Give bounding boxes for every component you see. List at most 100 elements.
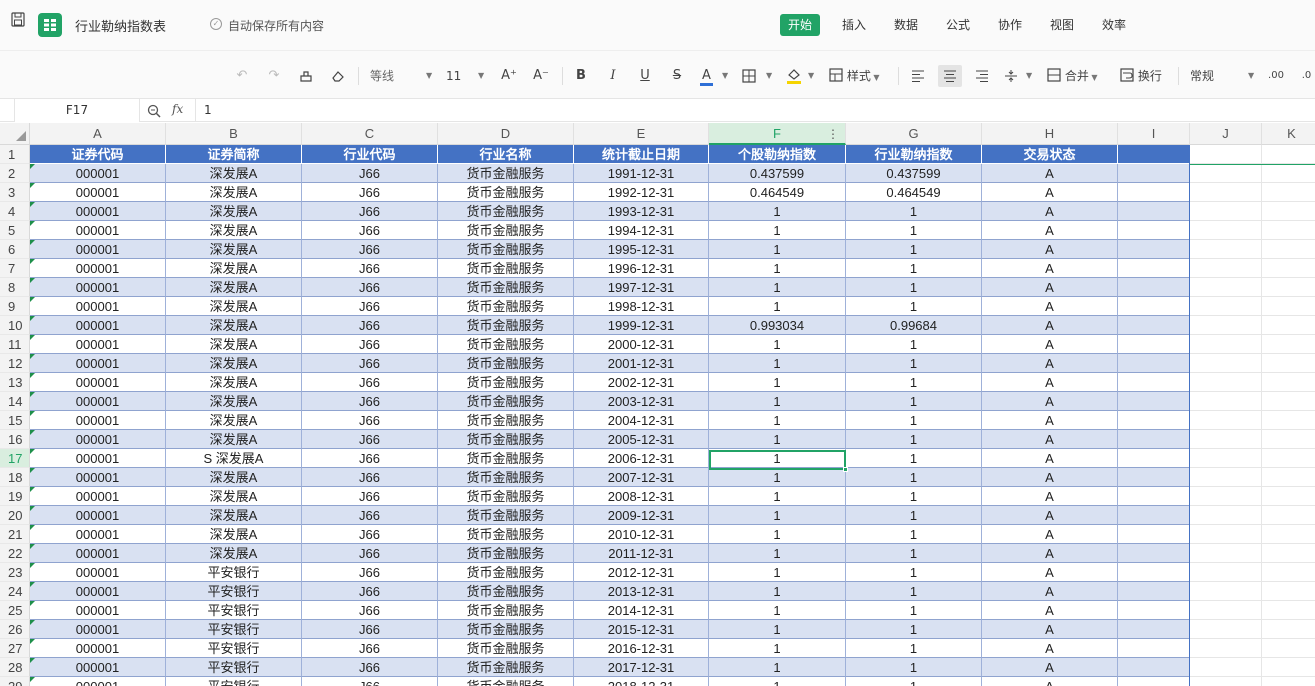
table-cell[interactable]: 货币金融服务 [438,544,574,563]
table-cell[interactable] [1262,620,1315,639]
table-cell[interactable]: 货币金融服务 [438,658,574,677]
table-cell[interactable]: A [982,639,1118,658]
table-cell[interactable] [1190,620,1262,639]
row-header[interactable]: 20 [0,506,30,525]
table-cell[interactable] [1190,563,1262,582]
table-cell[interactable]: 000001 [30,506,166,525]
row-header[interactable]: 27 [0,639,30,658]
row-header[interactable]: 9 [0,297,30,316]
table-cell[interactable]: 1 [846,658,982,677]
table-cell[interactable]: A [982,506,1118,525]
table-cell[interactable]: 1 [709,373,846,392]
table-cell[interactable] [1262,240,1315,259]
column-header-g[interactable]: G [846,123,982,145]
table-cell[interactable]: 1 [709,411,846,430]
italic-button[interactable]: I [604,65,622,87]
table-cell[interactable]: 000001 [30,278,166,297]
table-cell[interactable]: 1 [709,468,846,487]
document-title[interactable]: 行业勒纳指数表 [75,16,166,35]
row-header[interactable]: 21 [0,525,30,544]
table-cell[interactable]: 1 [846,677,982,686]
column-header-j[interactable]: J [1190,123,1262,145]
table-cell[interactable]: J66 [302,601,438,620]
table-cell[interactable]: 1 [846,202,982,221]
table-cell[interactable]: 货币金融服务 [438,278,574,297]
table-cell[interactable]: A [982,601,1118,620]
table-cell[interactable]: 000001 [30,449,166,468]
row-header[interactable]: 28 [0,658,30,677]
table-cell[interactable]: 1 [709,601,846,620]
column-menu-icon[interactable]: ⋮ [827,123,839,145]
table-cell[interactable]: 1 [846,487,982,506]
table-cell[interactable]: 1 [709,639,846,658]
table-cell[interactable]: J66 [302,430,438,449]
table-cell[interactable]: A [982,468,1118,487]
table-cell[interactable]: 1 [709,582,846,601]
table-cell[interactable]: 2000-12-31 [574,335,709,354]
table-cell[interactable]: J66 [302,297,438,316]
table-cell[interactable]: 货币金融服务 [438,430,574,449]
table-cell[interactable] [1190,639,1262,658]
name-box[interactable]: F17 [14,99,140,122]
table-cell[interactable]: 深发展A [166,164,302,183]
table-cell[interactable]: 2016-12-31 [574,639,709,658]
table-cell[interactable]: 2014-12-31 [574,601,709,620]
table-cell[interactable]: 深发展A [166,259,302,278]
table-cell[interactable]: 1 [846,563,982,582]
column-header-h[interactable]: H [982,123,1118,145]
table-cell[interactable]: 1 [709,202,846,221]
table-cell[interactable] [1190,373,1262,392]
table-cell[interactable]: J66 [302,620,438,639]
table-cell[interactable]: 1 [709,506,846,525]
table-cell[interactable]: A [982,240,1118,259]
table-cell[interactable]: 1 [846,411,982,430]
table-cell[interactable]: 货币金融服务 [438,582,574,601]
table-cell[interactable] [1262,354,1315,373]
table-cell[interactable]: 货币金融服务 [438,639,574,658]
row-header[interactable]: 1 [0,145,30,164]
table-cell[interactable]: 1 [709,487,846,506]
table-cell[interactable]: 0.437599 [709,164,846,183]
row-header[interactable]: 18 [0,468,30,487]
table-cell[interactable]: S 深发展A [166,449,302,468]
table-cell[interactable]: A [982,221,1118,240]
table-cell[interactable]: 深发展A [166,430,302,449]
table-cell[interactable] [1118,316,1190,335]
table-cell[interactable] [1118,620,1190,639]
table-cell[interactable]: 000001 [30,297,166,316]
table-cell[interactable]: 2002-12-31 [574,373,709,392]
column-header-a[interactable]: A [30,123,166,145]
undo-icon[interactable]: ↶ [232,65,252,87]
table-cell[interactable]: 1 [846,449,982,468]
table-cell[interactable]: A [982,202,1118,221]
table-cell[interactable]: 1 [709,335,846,354]
table-cell[interactable] [1190,164,1262,183]
table-cell[interactable]: 货币金融服务 [438,563,574,582]
table-cell[interactable]: J66 [302,487,438,506]
table-cell[interactable] [1190,487,1262,506]
table-cell[interactable]: 货币金融服务 [438,601,574,620]
table-cell[interactable]: 货币金融服务 [438,183,574,202]
table-cell[interactable] [1118,430,1190,449]
table-cell[interactable]: 0.464549 [846,183,982,202]
wrap-text-button[interactable]: 换行 [1120,65,1170,87]
table-cell[interactable]: 000001 [30,202,166,221]
table-cell[interactable] [1262,544,1315,563]
table-cell[interactable]: J66 [302,183,438,202]
header-cell[interactable]: 证券代码 [30,145,166,164]
table-cell[interactable]: 深发展A [166,354,302,373]
header-cell[interactable]: 交易状态 [982,145,1118,164]
table-cell[interactable]: 货币金融服务 [438,164,574,183]
table-cell[interactable]: 1995-12-31 [574,240,709,259]
table-cell[interactable]: 1 [846,639,982,658]
table-cell[interactable]: 000001 [30,183,166,202]
table-cell[interactable]: 平安银行 [166,677,302,686]
table-cell[interactable]: 000001 [30,601,166,620]
table-cell[interactable]: J66 [302,658,438,677]
table-cell[interactable] [1262,582,1315,601]
number-format-select[interactable]: 常规 ▼ [1190,65,1256,87]
table-cell[interactable]: 1991-12-31 [574,164,709,183]
row-header[interactable]: 3 [0,183,30,202]
table-cell[interactable]: J66 [302,164,438,183]
table-cell[interactable] [1262,601,1315,620]
